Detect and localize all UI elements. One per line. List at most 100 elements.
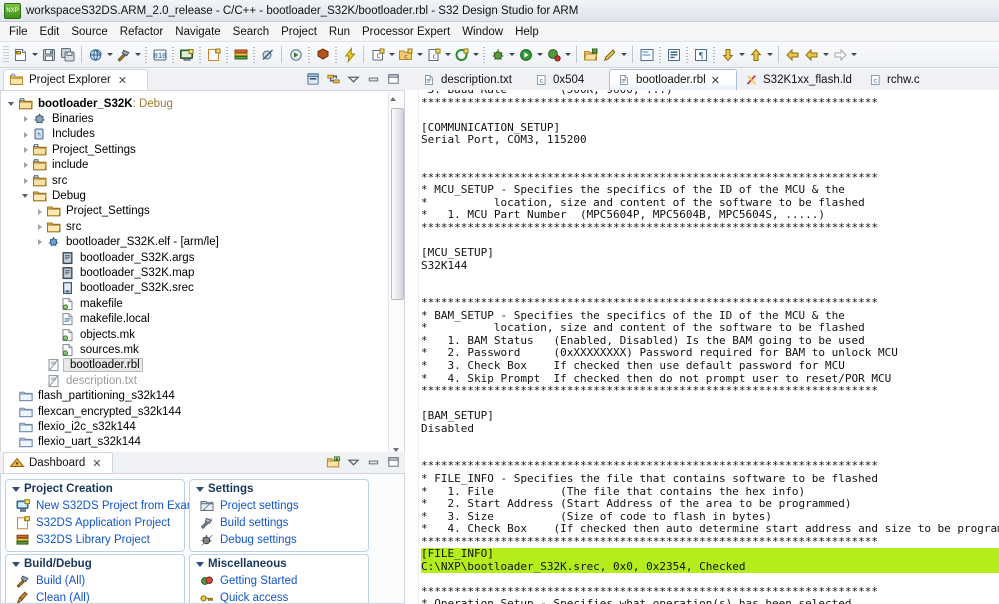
editor-tab-s32k1xx-flash-ld[interactable]: S32K1xx_flash.ld — [737, 69, 861, 90]
skip-breakpoints-icon[interactable] — [258, 45, 277, 64]
tab-project-explorer[interactable]: Project Explorer ✕ — [3, 69, 148, 90]
chevron-down-icon[interactable] — [415, 45, 424, 64]
save-icon[interactable] — [39, 45, 58, 64]
new-icon[interactable] — [11, 45, 30, 64]
dashboard-link[interactable]: Build (All) — [6, 572, 184, 589]
view-menu-icon[interactable] — [346, 454, 361, 469]
search-pen-icon[interactable] — [600, 45, 619, 64]
dashboard-link[interactable]: Quick access — [190, 589, 368, 603]
dashboard-link[interactable]: New S32DS Project from Example — [6, 497, 212, 514]
twisty-collapsed-icon[interactable] — [21, 173, 32, 188]
menu-item-refactor[interactable]: Refactor — [114, 24, 169, 40]
import-project-icon[interactable] — [326, 454, 341, 469]
chevron-down-icon[interactable] — [535, 45, 544, 64]
close-icon[interactable]: ✕ — [118, 74, 127, 87]
chevron-down-icon[interactable] — [30, 45, 39, 64]
twisty-expanded-icon[interactable] — [12, 561, 20, 567]
tree-item[interactable]: bootloader_S32K.srec — [1, 281, 404, 296]
tree-item[interactable]: flexio_i2c_s32k144 — [1, 419, 404, 434]
tree-item[interactable]: bootloader_S32K.elf - [arm/le] — [1, 235, 404, 250]
chevron-down-icon[interactable] — [849, 45, 858, 64]
debug-icon[interactable] — [488, 45, 507, 64]
tree-item[interactable]: makefile — [1, 296, 404, 311]
editor-tab-bootloader-rbl[interactable]: bootloader.rbl ✕ — [609, 69, 737, 90]
dashboard-group-header[interactable]: Project Creation — [6, 482, 184, 497]
tree-item[interactable]: h Includes — [1, 127, 404, 142]
editor-tab-rchw-c[interactable]: c rchw.c — [861, 69, 937, 90]
chevron-down-icon[interactable] — [737, 45, 746, 64]
menu-item-search[interactable]: Search — [227, 24, 275, 40]
twisty-collapsed-icon[interactable] — [21, 142, 32, 157]
tree-item[interactable]: Project_Settings — [1, 142, 404, 157]
next-annotation-icon[interactable] — [718, 45, 737, 64]
editor-annotation-ruler[interactable] — [405, 90, 419, 604]
tree-item[interactable]: bootloader_S32K.args — [1, 250, 404, 265]
chevron-down-icon[interactable] — [765, 45, 774, 64]
save-all-icon[interactable] — [58, 45, 77, 64]
tree-item[interactable]: flexcan_encrypted_s32k144 — [1, 404, 404, 419]
editor-text-content[interactable]: 3. Baud Rate (500K, 9600, ...)**********… — [421, 90, 999, 604]
tree-item-selected[interactable]: bootloader.rbl — [63, 358, 143, 373]
tree-item[interactable]: bootloader.rbl — [1, 358, 404, 373]
close-icon[interactable]: ✕ — [92, 457, 101, 470]
new-project-icon[interactable] — [86, 45, 105, 64]
tree-item[interactable]: Debug — [1, 188, 404, 203]
twisty-collapsed-icon[interactable] — [21, 127, 32, 142]
previous-annotation-icon[interactable] — [746, 45, 765, 64]
build-hammer-icon[interactable] — [114, 45, 133, 64]
twisty-expanded-icon[interactable] — [196, 486, 204, 492]
run-icon[interactable] — [516, 45, 535, 64]
dashboard-link[interactable]: Build settings — [190, 514, 368, 531]
editor-tab-0x504[interactable]: c 0x504 — [527, 69, 609, 90]
tree-item[interactable]: src — [1, 219, 404, 234]
dis-assembly-icon[interactable]: 010 — [150, 45, 169, 64]
twisty-collapsed-icon[interactable] — [35, 219, 46, 234]
tree-item[interactable]: src — [1, 173, 404, 188]
tree-item[interactable]: flexio_uart_s32k144 — [1, 435, 404, 450]
menu-item-help[interactable]: Help — [509, 24, 545, 40]
dashboard-group-header[interactable]: Build/Debug — [6, 557, 184, 572]
view-menu-icon[interactable] — [346, 71, 361, 86]
dashboard-link[interactable]: S32DS Application Project — [6, 514, 184, 531]
tree-item[interactable]: Binaries — [1, 111, 404, 126]
new-class-icon[interactable] — [452, 45, 471, 64]
console-icon[interactable] — [177, 45, 196, 64]
menu-item-file[interactable]: File — [3, 24, 34, 40]
twisty-collapsed-icon[interactable] — [35, 235, 46, 250]
scrollbar-thumb[interactable] — [390, 108, 404, 300]
dashboard-group-header[interactable]: Settings — [190, 482, 368, 497]
flash-icon[interactable] — [340, 45, 359, 64]
maximize-icon[interactable] — [386, 71, 401, 86]
collapse-all-icon[interactable] — [306, 71, 321, 86]
tree-item[interactable]: makefile.local — [1, 311, 404, 326]
twisty-expanded-icon[interactable] — [12, 486, 20, 492]
editor-folding-ruler[interactable] — [418, 90, 419, 604]
dashboard-link[interactable]: Debug settings — [190, 531, 368, 548]
new-c-folder-icon[interactable]: c — [396, 45, 415, 64]
library-icon[interactable] — [231, 45, 250, 64]
dashboard-link[interactable]: S32DS Library Project — [6, 531, 184, 548]
menu-item-project[interactable]: Project — [275, 24, 323, 40]
chevron-down-icon[interactable] — [387, 45, 396, 64]
resume-icon[interactable] — [286, 45, 305, 64]
tree-item[interactable]: bootloader_S32K.map — [1, 265, 404, 280]
tree-item[interactable]: include — [1, 158, 404, 173]
new-c-file-icon[interactable]: c — [424, 45, 443, 64]
tree-item[interactable]: objects.mk — [1, 327, 404, 342]
scroll-up-icon[interactable] — [389, 92, 403, 106]
back-icon[interactable] — [783, 45, 802, 64]
menu-item-navigate[interactable]: Navigate — [169, 24, 226, 40]
chevron-down-icon[interactable] — [563, 45, 572, 64]
tree-item[interactable]: bootloader_S32K: Debug — [1, 96, 404, 111]
chevron-down-icon[interactable] — [443, 45, 452, 64]
show-whitespace-icon[interactable] — [664, 45, 683, 64]
forward-icon[interactable] — [830, 45, 849, 64]
chevron-down-icon[interactable] — [507, 45, 516, 64]
pilcrow-icon[interactable]: ¶ — [691, 45, 710, 64]
chevron-down-icon[interactable] — [471, 45, 480, 64]
chevron-down-icon[interactable] — [821, 45, 830, 64]
open-resource-icon[interactable] — [581, 45, 600, 64]
minimize-icon[interactable] — [366, 71, 381, 86]
link-with-editor-icon[interactable] — [326, 71, 341, 86]
chevron-down-icon[interactable] — [133, 45, 142, 64]
